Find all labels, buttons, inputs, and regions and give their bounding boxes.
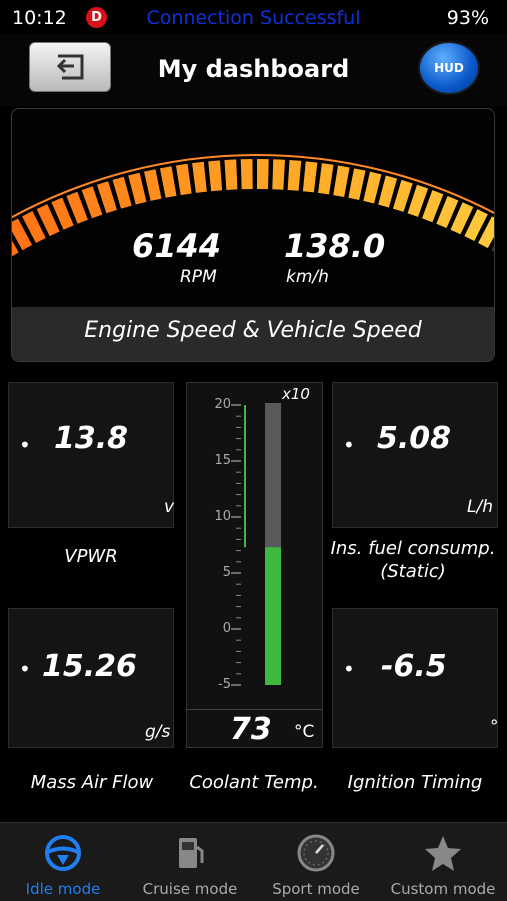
hud-button[interactable]: HUD: [420, 43, 478, 93]
tab-label: Idle mode: [25, 880, 101, 898]
bullet-icon: •: [343, 657, 355, 681]
status-bar: 10:12 D Connection Successful 93%: [0, 0, 507, 34]
fuel-value: 5.08: [377, 421, 452, 456]
vpwr-unit: v: [164, 497, 175, 517]
rpm-segment: [318, 163, 334, 195]
coolant-value: 73: [230, 712, 272, 747]
bullet-icon: •: [19, 657, 31, 681]
tab-label: Custom mode: [390, 880, 496, 898]
rpm-speed-gauge[interactable]: 6144 RPM 138.0 km/h Engine Speed & Vehic…: [11, 108, 495, 362]
speedometer-icon: [297, 834, 335, 872]
maf-label: Mass Air Flow: [30, 772, 154, 793]
maf-unit: g/s: [145, 722, 171, 742]
rpm-segment: [224, 159, 238, 190]
steering-wheel-icon: [45, 835, 81, 871]
rpm-segment: [128, 172, 147, 205]
fuel-label-line1: Ins. fuel consump.: [330, 538, 496, 559]
rpm-segment: [348, 168, 366, 200]
tab-label: Sport mode: [272, 880, 360, 898]
speed-unit: km/h: [286, 267, 329, 287]
bullet-icon: •: [343, 433, 355, 457]
fuel-consumption-tile[interactable]: • 5.08 L/h: [332, 382, 498, 528]
fuel-label-line2: (Static): [380, 561, 446, 582]
tab-custom-mode[interactable]: Custom mode: [380, 823, 506, 901]
fuel-pump-icon: [179, 838, 204, 868]
rpm-arc: [12, 154, 494, 257]
coolant-gauge[interactable]: x10 20 15 10 5 0 -5: [186, 382, 323, 748]
rpm-segment: [175, 163, 192, 196]
battery-percent: 93%: [446, 7, 489, 29]
coolant-fill: [265, 547, 281, 685]
star-icon: [425, 836, 461, 871]
rpm-segment: [208, 160, 223, 192]
rpm-segment: [257, 159, 269, 190]
connection-status: Connection Successful: [146, 7, 361, 29]
rpm-segment: [272, 159, 285, 190]
fuel-unit: L/h: [467, 497, 493, 517]
vpwr-tile[interactable]: • 13.8 v: [8, 382, 174, 528]
rpm-segment: [378, 175, 398, 208]
back-button[interactable]: [29, 42, 111, 92]
tab-label: Cruise mode: [142, 880, 238, 898]
mode-tab-bar: Idle mode Cruise mode Sport mode Custom …: [0, 822, 507, 901]
rpm-segment: [159, 166, 177, 198]
rpm-segment: [287, 160, 302, 191]
tab-sport-mode[interactable]: Sport mode: [253, 823, 379, 901]
back-arrow-icon: [56, 54, 84, 80]
rpm-segment: [302, 161, 318, 193]
fuel-label: Ins. fuel consump. (Static): [320, 537, 506, 583]
bullet-icon: •: [19, 433, 31, 457]
tab-idle-mode[interactable]: Idle mode: [0, 823, 126, 901]
header: My dashboard HUD: [0, 34, 507, 106]
rpm-segment: [363, 171, 382, 204]
mass-air-flow-tile[interactable]: • 15.26 g/s: [8, 608, 174, 748]
speed-value: 138.0: [284, 227, 386, 265]
rpm-segment: [112, 176, 132, 209]
vpwr-label: VPWR: [64, 546, 118, 567]
rpm-arc-outline: [12, 154, 494, 219]
coolant-bar: [231, 403, 281, 686]
ignition-label: Ignition Timing: [347, 772, 483, 793]
vpwr-value: 13.8: [54, 421, 129, 456]
tab-cruise-mode[interactable]: Cruise mode: [127, 823, 253, 901]
gauge-label: Engine Speed & Vehicle Speed: [12, 307, 494, 361]
rpm-segment: [192, 161, 207, 193]
coolant-readout-divider: [187, 709, 322, 710]
coolant-unit: °C: [294, 722, 315, 742]
ignition-value: -6.5: [381, 649, 447, 684]
ignition-timing-tile[interactable]: • -6.5 °: [332, 608, 499, 748]
rpm-segment: [333, 165, 350, 197]
coolant-label: Coolant Temp.: [189, 772, 319, 793]
ignition-unit: °: [490, 717, 499, 737]
maf-value: 15.26: [42, 649, 137, 684]
rpm-segment: [144, 169, 162, 201]
rpm-segment: [240, 159, 253, 190]
rpm-unit: RPM: [180, 267, 217, 287]
rpm-value: 6144: [132, 227, 222, 265]
